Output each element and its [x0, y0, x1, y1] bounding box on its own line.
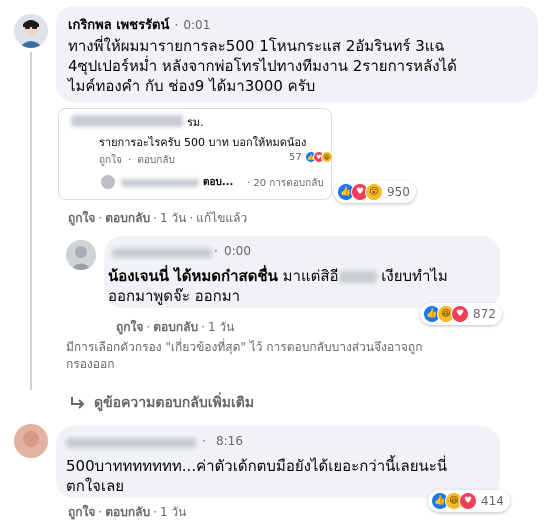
comment-age[interactable]: 1 วัน	[208, 320, 234, 334]
like-button[interactable]: ถูกใจ	[68, 211, 95, 225]
love-reaction-icon: ♥	[459, 492, 477, 510]
shared-comment-card[interactable]: รม. รายการอะไรครับ 500 บาท บอกให้หมดน้อง…	[58, 108, 333, 200]
comment-text: 500บาททททททท...ค่าตัวเด้กตบมือยังได้เยอะ…	[66, 457, 448, 495]
shared-reply-count[interactable]: · 20 การตอบกลับ	[247, 176, 324, 191]
profile-photo-icon	[14, 14, 48, 48]
avatar	[101, 175, 115, 189]
redacted-name	[338, 270, 377, 283]
reaction-summary[interactable]: 👍 😆 ♥ 414	[428, 490, 510, 512]
reply-button[interactable]: ตอบกลับ	[105, 505, 150, 519]
like-button[interactable]: ถูกใจ	[116, 320, 143, 334]
comment-text: ทางพี่ให้ผมมารายการละ500 1โหนกระแส 2อัมร…	[68, 37, 457, 95]
redacted-author	[112, 248, 212, 258]
comment-text-bold: น้องเจนนี่ ได้หมดก๋าสดชื่น	[108, 267, 278, 285]
avatar[interactable]	[14, 424, 48, 458]
love-reaction-icon: ♥	[451, 305, 469, 323]
shared-reaction-count: 57	[289, 151, 302, 163]
blurred-photo-icon	[14, 424, 48, 458]
edited-label: แก้ไขแล้ว	[196, 211, 248, 225]
reaction-summary[interactable]: 👍 😆 ♥ 872	[420, 303, 502, 325]
avatar[interactable]	[14, 14, 48, 48]
comment-bubble: · 0:00 น้องเจนนี่ ได้หมดก๋าสดชื่น มาแต่ส…	[104, 236, 500, 308]
comment-text-rest: มาแต่สิอี	[277, 267, 339, 285]
comment-time[interactable]: 0:00	[224, 244, 251, 258]
comment-actions: ถูกใจ · ตอบกลับ · 1 วัน	[116, 320, 235, 334]
comment-author[interactable]: เกริกพล เพชรรัตน์	[68, 18, 169, 33]
comment-time-separator: ·	[174, 18, 179, 32]
like-button[interactable]: ถูกใจ	[68, 505, 95, 519]
reply-button[interactable]: ตอบกลับ	[105, 211, 150, 225]
comment-actions: ถูกใจ · ตอบกลับ · 1 วัน	[68, 505, 187, 519]
comment-time-separator: ·	[202, 434, 206, 448]
comment-text: น้องเจนนี่ ได้หมดก๋าสดชื่น มาแต่สิอี เงี…	[108, 267, 448, 305]
wow-reaction-icon: 😮	[365, 183, 383, 201]
comment-time[interactable]: 0:01	[183, 18, 210, 32]
shared-reply-button[interactable]: ตอบกลับ	[137, 155, 174, 166]
redacted-author	[121, 179, 199, 187]
reply-button[interactable]: ตอบกลับ	[153, 320, 198, 334]
reaction-count: 414	[481, 494, 504, 508]
more-replies-link[interactable]: ดูข้อความตอบกลับเพิ่มเติม	[70, 392, 254, 414]
redacted-author	[66, 438, 196, 448]
filter-notice: มีการเลือกตัวกรอง "เกี่ยวข้องที่สุด" ไว้…	[66, 340, 423, 371]
avatar[interactable]	[66, 240, 96, 270]
comment-time-separator: ·	[214, 244, 218, 258]
reaction-summary[interactable]: 👍 ♥ 😮 950	[334, 181, 416, 203]
reaction-count: 872	[473, 307, 496, 321]
more-replies-label[interactable]: ดูข้อความตอบกลับเพิ่มเติม	[94, 392, 254, 414]
redacted-author	[71, 115, 183, 127]
comment-age[interactable]: 1 วัน	[160, 505, 186, 519]
comment-age[interactable]: 1 วัน	[160, 211, 186, 225]
blurred-photo-icon	[66, 240, 96, 270]
shared-author-suffix: รม.	[187, 116, 204, 129]
shared-comment-text: รายการอะไรครับ 500 บาท บอกให้หมดน้อง	[99, 136, 307, 149]
comment-text-after: เงียบทำไม	[376, 267, 448, 285]
reaction-count: 950	[387, 185, 410, 199]
shared-like-button[interactable]: ถูกใจ	[99, 155, 122, 166]
thread-line	[30, 52, 32, 390]
shared-sub-reply[interactable]: ตอบ...	[203, 175, 233, 190]
haha-reaction-icon: 😆	[320, 151, 333, 163]
comment-time[interactable]: 8:16	[216, 434, 243, 448]
reply-arrow-icon	[71, 397, 85, 409]
comment-bubble: เกริกพล เพชรรัตน์ · 0:01 ทางพี่ให้ผมมารา…	[56, 6, 538, 102]
comment-bubble: · 8:16 500บาททททททท...ค่าตัวเด้กตบมือยัง…	[56, 426, 500, 498]
comment-actions: ถูกใจ · ตอบกลับ · 1 วัน · แก้ไขแล้ว	[68, 211, 248, 225]
